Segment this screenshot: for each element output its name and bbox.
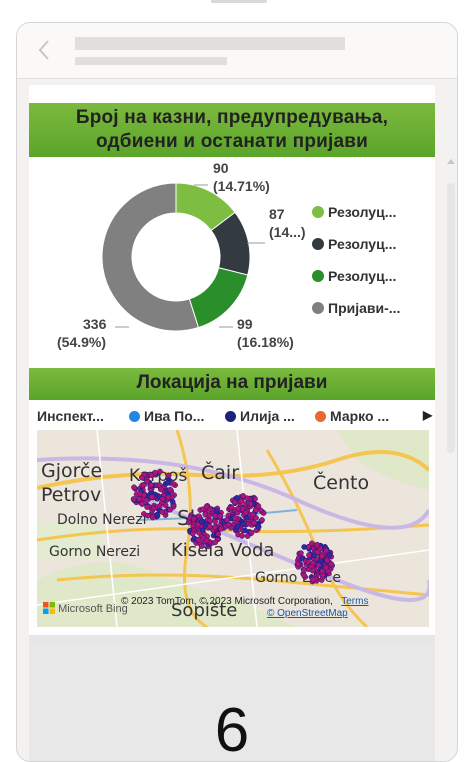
donut-legend: Резолуц... Резолуц... Резолуц... Пријави-..… xyxy=(312,203,432,331)
report-subtitle-placeholder xyxy=(75,57,227,65)
map-point-cluster[interactable] xyxy=(185,503,229,550)
map-point-cluster[interactable] xyxy=(294,540,335,585)
map-visual[interactable]: Локација на пријави Инспект... Ива По...… xyxy=(29,368,435,635)
map-legend-title: Инспект... xyxy=(37,408,104,424)
legend-label: Пријави-... xyxy=(328,300,401,316)
caret-right-icon[interactable]: ▶ xyxy=(423,408,432,422)
mobile-report-frame: Број на казни, предупредувања, одбиени и… xyxy=(16,22,458,762)
map-legend-label: Ива По... xyxy=(144,408,205,424)
map-legend-label: Марко ... xyxy=(330,408,390,424)
data-label-percent: (16.18%) xyxy=(237,334,294,350)
data-label-value: 87 xyxy=(269,206,285,222)
data-label-percent: (14.71%) xyxy=(213,178,270,194)
legend-dot-icon xyxy=(312,270,324,282)
map-legend-label: Илија ... xyxy=(240,408,295,424)
map-point-cluster[interactable] xyxy=(224,493,267,539)
legend-dot-icon xyxy=(312,238,324,250)
map-legend: Инспект... Ива По... Илија ... Марко ...… xyxy=(37,406,435,428)
back-button[interactable] xyxy=(37,39,59,61)
map-canvas[interactable]: Gjorče Petrov Karpoš Čair Čento Dolno Ne… xyxy=(37,430,429,627)
report-header xyxy=(17,23,457,79)
legend-dot-icon xyxy=(315,411,326,422)
data-label-percent: (54.9%) xyxy=(57,334,106,350)
top-handle xyxy=(211,0,267,3)
map-legend-item[interactable]: Ива По... xyxy=(129,408,204,424)
scrollbar-thumb[interactable] xyxy=(447,183,455,453)
chevron-left-icon xyxy=(38,40,49,60)
legend-label: Резолуц... xyxy=(328,236,397,252)
data-label-value: 90 xyxy=(213,160,229,176)
donut-title: Број на казни, предупредувања, одбиени и… xyxy=(29,103,435,157)
map-attribution: © 2023 TomTom, © 2023 Microsoft Corporat… xyxy=(121,596,368,607)
data-label-value: 336 xyxy=(83,316,107,332)
legend-dot-icon xyxy=(312,302,324,314)
map-legend-item[interactable]: Илија ... xyxy=(225,408,295,424)
legend-item[interactable]: Резолуц... xyxy=(312,267,432,299)
legend-label: Резолуц... xyxy=(328,268,397,284)
legend-dot-icon xyxy=(129,411,140,422)
data-label-value: 99 xyxy=(237,316,253,332)
legend-dot-icon xyxy=(225,411,236,422)
donut-title-line2: одбиени и останати пријави xyxy=(95,131,369,152)
bing-logo: Microsoft Bing xyxy=(43,602,128,615)
terms-link[interactable]: Terms xyxy=(341,596,368,607)
attribution-text: © 2023 TomTom, © 2023 Microsoft Corporat… xyxy=(121,596,333,607)
donut-title-line1: Број на казни, предупредувања, xyxy=(75,107,389,128)
legend-dot-icon xyxy=(312,206,324,218)
report-canvas: Број на казни, предупредувања, одбиени и… xyxy=(29,85,435,762)
osm-link[interactable]: © OpenStreetMap xyxy=(267,608,348,619)
kpi-card[interactable]: 6 xyxy=(29,645,435,762)
map-legend-item[interactable]: Марко ... xyxy=(315,408,389,424)
microsoft-logo-icon xyxy=(43,602,55,614)
legend-item[interactable]: Резолуц... xyxy=(312,203,432,235)
scroll-up-arrow[interactable] xyxy=(447,153,455,164)
map-point-cluster[interactable] xyxy=(130,468,178,521)
legend-item[interactable]: Пријави-... xyxy=(312,299,432,331)
legend-label: Резолуц... xyxy=(328,204,397,220)
donut-visual[interactable]: Број на казни, предупредувања, одбиени и… xyxy=(29,85,435,368)
bing-label: Microsoft Bing xyxy=(58,603,128,615)
report-title-placeholder xyxy=(75,37,345,50)
legend-item[interactable]: Резолуц... xyxy=(312,235,432,267)
map-title: Локација на пријави xyxy=(29,368,435,400)
data-label-percent: (14...) xyxy=(269,224,306,240)
kpi-value: 6 xyxy=(214,696,250,762)
